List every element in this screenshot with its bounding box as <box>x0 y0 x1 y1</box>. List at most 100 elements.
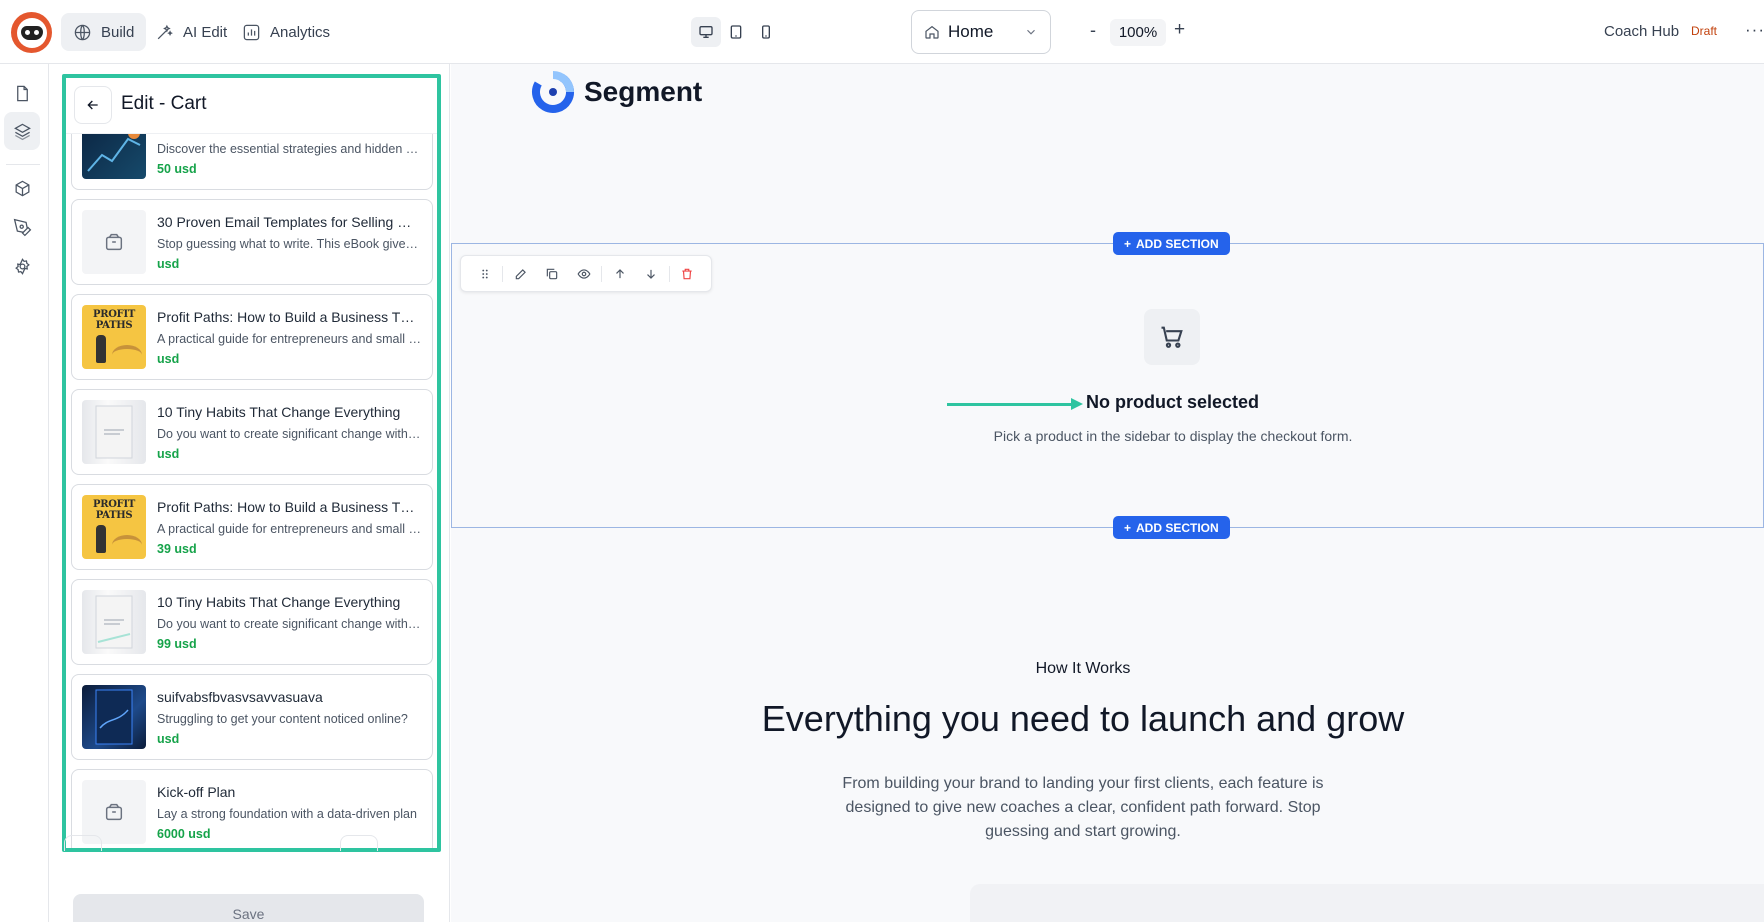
move-up-button[interactable] <box>604 260 635 288</box>
zoom-in-button[interactable]: + <box>1174 19 1185 41</box>
feature-preview-panel <box>970 884 1764 922</box>
plus-icon: + <box>1124 520 1132 535</box>
product-card[interactable]: 30 Proven Email Templates for Selling On… <box>71 199 433 285</box>
product-price: 39 usd <box>157 542 197 556</box>
status-badge: Draft <box>1691 24 1718 38</box>
rail-settings-button[interactable] <box>4 247 40 285</box>
product-title: suifvabsfbvasvsavvasuava <box>157 689 323 705</box>
left-rail <box>0 64 49 922</box>
add-section-label: ADD SECTION <box>1136 236 1219 251</box>
arrow-left-icon <box>87 100 98 110</box>
rail-design-button[interactable] <box>4 208 40 246</box>
empty-state-title: No product selected <box>1086 392 1260 412</box>
empty-state-description: Pick a product in the sidebar to display… <box>993 428 1353 444</box>
app-logo[interactable] <box>11 12 52 53</box>
delete-section-button[interactable] <box>672 260 703 288</box>
product-card[interactable]: 10 Tiny Habits That Change Everything Do… <box>71 389 433 475</box>
phone-icon <box>762 25 770 39</box>
shopping-cart-icon <box>1161 326 1183 348</box>
gear-icon <box>14 257 30 275</box>
product-description: Struggling to get your content noticed o… <box>157 712 408 726</box>
product-title: 30 Proven Email Templates for Selling On… <box>157 214 422 230</box>
section-eyebrow: How It Works <box>1035 660 1131 677</box>
logo-face-icon <box>16 17 47 48</box>
product-price: usd <box>157 352 180 366</box>
product-card[interactable]: Kick-off Plan Lay a strong foundation wi… <box>71 769 433 848</box>
product-thumbnail <box>82 590 146 654</box>
product-description: Do you want to create significant change… <box>157 427 422 441</box>
product-card[interactable]: 10 Tiny Habits That Change Everything Do… <box>71 579 433 665</box>
nav-ai-edit[interactable]: AI Edit <box>143 13 239 51</box>
product-price: usd <box>157 257 180 271</box>
product-description: A practical guide for entrepreneurs and … <box>157 522 422 536</box>
add-section-button[interactable]: + ADD SECTION <box>1113 516 1230 539</box>
product-price: usd <box>157 447 180 461</box>
project-name[interactable]: Coach Hub <box>1604 23 1679 40</box>
sparkle-wand-icon <box>157 24 173 39</box>
arrow-down-icon <box>647 269 656 279</box>
annotation-arrow-head <box>1071 398 1083 410</box>
product-thumbnail: PROFIT PATHS <box>82 305 146 369</box>
product-thumbnail <box>82 685 146 749</box>
section-description: From building your brand to landing your… <box>842 775 1324 840</box>
top-bar: Build AI Edit Analytics Home - 100% + Co… <box>0 0 1764 64</box>
edit-cart-frame: Edit - Cart Discover the essential strat… <box>62 74 441 852</box>
product-title: Kick-off Plan <box>157 784 236 800</box>
product-card[interactable]: PROFIT PATHS Profit Paths: How to Build … <box>71 484 433 570</box>
drag-handle[interactable] <box>469 260 500 288</box>
back-button[interactable] <box>74 86 112 124</box>
nav-analytics[interactable]: Analytics <box>230 13 342 51</box>
rail-products-button[interactable] <box>4 169 40 207</box>
add-section-button[interactable]: + ADD SECTION <box>1113 232 1230 255</box>
product-title: Profit Paths: How to Build a Business Th… <box>157 309 422 325</box>
toggle-visibility-button[interactable] <box>568 260 599 288</box>
rail-pages-button[interactable] <box>4 74 40 112</box>
more-menu-button[interactable]: ··· <box>1745 20 1764 40</box>
page-canvas: Segment + ADD SECTION No product selecte… <box>451 64 1764 922</box>
thumbnail-cover-text: PROFIT PATHS <box>93 499 135 521</box>
product-description: Discover the essential strategies and hi… <box>157 142 422 156</box>
duplicate-section-button[interactable] <box>537 260 568 288</box>
annotation-arrow <box>947 403 1075 406</box>
zoom-level[interactable]: 100% <box>1110 19 1166 46</box>
section-heading: Everything you need to launch and grow <box>761 698 1405 739</box>
product-title: Profit Paths: How to Build a Business Th… <box>157 499 422 515</box>
product-price: 50 usd <box>157 162 197 176</box>
nav-build[interactable]: Build <box>61 13 147 51</box>
cart-placeholder <box>1144 309 1200 365</box>
section-toolbar <box>460 255 712 292</box>
plus-icon: + <box>1124 236 1132 251</box>
device-tablet-button[interactable] <box>721 17 751 47</box>
product-title: 10 Tiny Habits That Change Everything <box>157 404 401 420</box>
monitor-icon <box>699 25 713 38</box>
page-select[interactable]: Home <box>911 10 1051 54</box>
globe-icon <box>74 24 91 40</box>
pagination-next-button[interactable] <box>340 835 378 851</box>
package-placeholder-icon <box>105 233 123 251</box>
arrow-up-icon <box>615 268 624 278</box>
product-card[interactable]: PROFIT PATHS Profit Paths: How to Build … <box>71 294 433 380</box>
panel-title: Edit - Cart <box>121 93 207 114</box>
file-icon <box>16 85 28 101</box>
package-placeholder-icon <box>105 803 123 821</box>
home-icon <box>925 25 939 39</box>
copy-icon <box>546 268 558 279</box>
product-card[interactable]: suifvabsfbvasvsavvasuava Struggling to g… <box>71 674 433 760</box>
device-mobile-button[interactable] <box>751 17 781 47</box>
tablet-icon <box>730 25 742 39</box>
trash-icon <box>682 268 693 279</box>
rail-layers-button[interactable] <box>4 112 40 150</box>
site-brand[interactable]: Segment <box>531 70 702 114</box>
product-thumbnail <box>82 400 146 464</box>
zoom-out-button[interactable]: - <box>1090 20 1096 41</box>
device-desktop-button[interactable] <box>691 17 721 47</box>
grip-icon <box>481 269 488 278</box>
pagination-prev-button[interactable] <box>64 835 102 851</box>
save-button[interactable]: Save <box>73 894 424 922</box>
nav-ai-edit-label: AI Edit <box>183 23 228 41</box>
edit-section-button[interactable] <box>505 260 536 288</box>
move-down-button[interactable] <box>635 260 666 288</box>
product-thumbnail: PROFIT PATHS <box>82 495 146 559</box>
page-select-value: Home <box>948 22 994 41</box>
product-description: A practical guide for entrepreneurs and … <box>157 332 422 346</box>
